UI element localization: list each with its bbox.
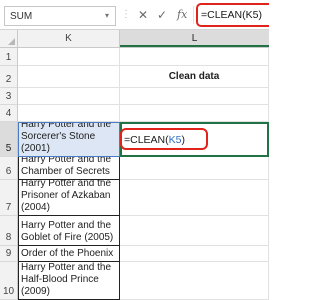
cell-l4[interactable] bbox=[120, 105, 269, 122]
cell-k6[interactable]: Harry Potter and the Chamber of Secrets bbox=[18, 157, 120, 180]
cell-l3[interactable] bbox=[120, 88, 269, 105]
row-header-3[interactable]: 3 bbox=[0, 88, 18, 105]
name-box[interactable]: SUM ▾ bbox=[4, 6, 116, 26]
chevron-down-icon[interactable]: ▾ bbox=[105, 11, 109, 20]
cell-l6[interactable] bbox=[120, 157, 269, 180]
cell-l8[interactable] bbox=[120, 216, 269, 246]
cell-k6-text: Harry Potter and the Chamber of Secrets bbox=[21, 157, 112, 177]
cell-k2[interactable] bbox=[18, 66, 120, 88]
name-box-value: SUM bbox=[10, 11, 33, 22]
cell-l7[interactable] bbox=[120, 180, 269, 216]
cell-k8-text: Harry Potter and the Goblet of Fire (200… bbox=[21, 220, 114, 243]
cell-k7-text: Harry Potter and the Prisoner of Azkaban… bbox=[21, 180, 112, 213]
cell-k8[interactable]: Harry Potter and the Goblet of Fire (200… bbox=[18, 216, 120, 246]
cell-k10-text: Harry Potter and the Half-Blood Prince (… bbox=[21, 262, 112, 297]
drag-handle-icon[interactable]: ⋮ bbox=[121, 8, 131, 22]
cancel-icon[interactable]: ✕ bbox=[138, 7, 148, 23]
column-header-k[interactable]: K bbox=[18, 30, 120, 47]
cell-l1[interactable] bbox=[120, 48, 269, 66]
column-header-l[interactable]: L bbox=[120, 30, 269, 47]
formula-highlight-box bbox=[120, 128, 208, 150]
cell-l9[interactable] bbox=[120, 246, 269, 262]
cell-k1[interactable] bbox=[18, 48, 120, 66]
spreadsheet-window: SUM ▾ ⋮ ✕ ✓ fx =CLEAN(K5) K L 1 2 3 4 5 … bbox=[0, 0, 269, 300]
formula-bar: SUM ▾ ⋮ ✕ ✓ fx =CLEAN(K5) bbox=[0, 0, 269, 30]
cell-k5-text: Harry Potter and the Sorcerer's Stone (2… bbox=[21, 122, 112, 154]
cell-k10[interactable]: Harry Potter and the Half-Blood Prince (… bbox=[18, 262, 120, 300]
formula-input[interactable]: =CLEAN(K5) bbox=[196, 3, 269, 27]
row-header-9[interactable]: 9 bbox=[0, 246, 18, 262]
enter-icon[interactable]: ✓ bbox=[157, 7, 167, 23]
row-header-8[interactable]: 8 bbox=[0, 216, 18, 246]
cell-l2[interactable]: Clean data bbox=[120, 66, 269, 88]
cell-k9-text: Harry Potter and the Order of the Phoeni… bbox=[21, 246, 114, 259]
row-header-10[interactable]: 10 bbox=[0, 262, 18, 300]
cell-k3[interactable] bbox=[18, 88, 120, 105]
select-all-icon bbox=[8, 38, 15, 45]
select-all-button[interactable] bbox=[0, 30, 18, 47]
formula-bar-divider bbox=[193, 6, 194, 24]
cell-l10[interactable] bbox=[120, 262, 269, 300]
clean-data-header: Clean data bbox=[168, 71, 220, 82]
column-header-row: K L bbox=[0, 30, 269, 48]
insert-function-icon[interactable]: fx bbox=[177, 7, 187, 23]
row-header-1[interactable]: 1 bbox=[0, 48, 18, 66]
row-header-7[interactable]: 7 bbox=[0, 180, 18, 216]
cell-k9[interactable]: Harry Potter and the Order of the Phoeni… bbox=[18, 246, 120, 262]
cell-k4[interactable] bbox=[18, 105, 120, 122]
cell-k5[interactable]: Harry Potter and the Sorcerer's Stone (2… bbox=[18, 122, 120, 157]
cell-k7[interactable]: Harry Potter and the Prisoner of Azkaban… bbox=[18, 180, 120, 216]
row-header-5[interactable]: 5 bbox=[0, 122, 18, 157]
row-header-6[interactable]: 6 bbox=[0, 157, 18, 180]
row-header-2[interactable]: 2 bbox=[0, 66, 18, 88]
row-header-4[interactable]: 4 bbox=[0, 105, 18, 122]
formula-text: =CLEAN(K5) bbox=[201, 9, 262, 21]
